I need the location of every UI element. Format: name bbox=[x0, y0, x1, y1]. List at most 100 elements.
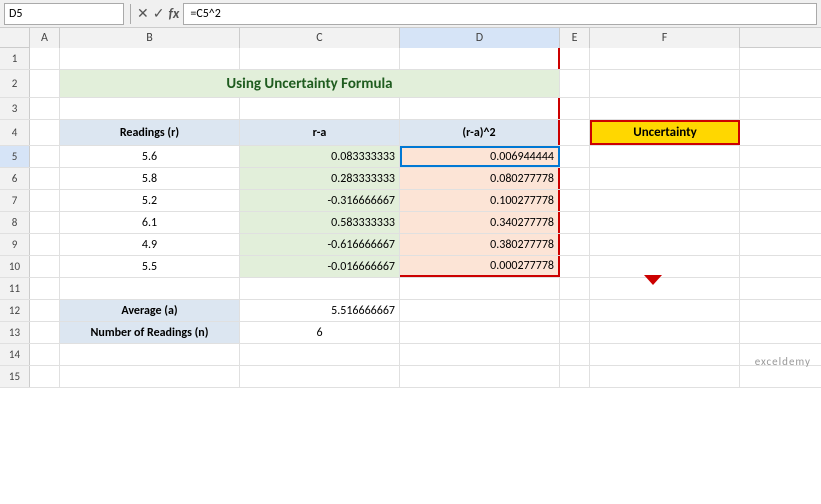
cell-b9[interactable]: 4.9 bbox=[60, 234, 240, 255]
cell-d7[interactable]: 0.100277778 bbox=[400, 190, 560, 211]
cell-c8[interactable]: 0.583333333 bbox=[240, 212, 400, 233]
cell-b15[interactable] bbox=[60, 366, 240, 387]
cancel-icon[interactable]: ✕ bbox=[137, 5, 149, 22]
cell-a14[interactable] bbox=[30, 344, 60, 365]
cell-count-label[interactable]: Number of Readings (n) bbox=[60, 322, 240, 343]
cell-d15[interactable] bbox=[400, 366, 560, 387]
cell-b14[interactable] bbox=[60, 344, 240, 365]
cell-count-value[interactable]: 6 bbox=[240, 322, 400, 343]
formula-input[interactable]: =C5^2 bbox=[183, 3, 817, 25]
cell-f6[interactable] bbox=[590, 168, 740, 189]
cell-f12[interactable] bbox=[590, 300, 740, 321]
cell-a10[interactable] bbox=[30, 256, 60, 277]
cell-e7[interactable] bbox=[560, 190, 590, 211]
cell-c11[interactable] bbox=[240, 278, 400, 299]
cell-a15[interactable] bbox=[30, 366, 60, 387]
cell-e10[interactable] bbox=[560, 256, 590, 277]
header-readings[interactable]: Readings (r) bbox=[60, 120, 240, 145]
cell-e1[interactable] bbox=[560, 48, 590, 69]
cell-d11[interactable] bbox=[400, 278, 560, 299]
cell-d5[interactable]: 0.006944444 bbox=[400, 146, 560, 167]
cell-avg-value[interactable]: 5.516666667 bbox=[240, 300, 400, 321]
cell-a7[interactable] bbox=[30, 190, 60, 211]
header-ra2[interactable]: (r-a)^2 bbox=[400, 120, 560, 145]
cell-e5[interactable] bbox=[560, 146, 590, 167]
row-num-8: 8 bbox=[0, 212, 30, 233]
cell-d9[interactable]: 0.380277778 bbox=[400, 234, 560, 255]
cell-f14[interactable] bbox=[590, 344, 740, 365]
cell-e4[interactable] bbox=[560, 120, 590, 145]
col-header-c[interactable]: C bbox=[240, 28, 400, 48]
cell-c9[interactable]: -0.616666667 bbox=[240, 234, 400, 255]
cell-e12[interactable] bbox=[560, 300, 590, 321]
cell-d10[interactable]: 0.000277778 bbox=[400, 256, 560, 277]
cell-b8[interactable]: 6.1 bbox=[60, 212, 240, 233]
cell-e8[interactable] bbox=[560, 212, 590, 233]
cell-f8[interactable] bbox=[590, 212, 740, 233]
title-cell[interactable]: Using Uncertainty Formula bbox=[60, 70, 560, 97]
cell-e11[interactable] bbox=[560, 278, 590, 299]
col-header-a[interactable]: A bbox=[30, 28, 60, 48]
cell-f7[interactable] bbox=[590, 190, 740, 211]
cell-d12[interactable] bbox=[400, 300, 560, 321]
cell-b1[interactable] bbox=[60, 48, 240, 69]
cell-f5[interactable] bbox=[590, 146, 740, 167]
cell-e14[interactable] bbox=[560, 344, 590, 365]
header-ra[interactable]: r-a bbox=[240, 120, 400, 145]
name-box[interactable]: D5 bbox=[4, 3, 124, 25]
cell-f3[interactable] bbox=[590, 98, 740, 119]
cell-b7[interactable]: 5.2 bbox=[60, 190, 240, 211]
cell-e15[interactable] bbox=[560, 366, 590, 387]
cell-a12[interactable] bbox=[30, 300, 60, 321]
cell-f2[interactable] bbox=[590, 70, 740, 97]
cell-c10[interactable]: -0.016666667 bbox=[240, 256, 400, 277]
cell-a13[interactable] bbox=[30, 322, 60, 343]
cell-d8[interactable]: 0.340277778 bbox=[400, 212, 560, 233]
cell-c14[interactable] bbox=[240, 344, 400, 365]
cell-b11[interactable] bbox=[60, 278, 240, 299]
cell-b10[interactable]: 5.5 bbox=[60, 256, 240, 277]
cell-c1[interactable] bbox=[240, 48, 400, 69]
cell-a5[interactable] bbox=[30, 146, 60, 167]
cell-a3[interactable] bbox=[30, 98, 60, 119]
uncertainty-header[interactable]: Uncertainty bbox=[590, 120, 740, 145]
cell-a4[interactable] bbox=[30, 120, 60, 145]
cell-c15[interactable] bbox=[240, 366, 400, 387]
cell-d6[interactable]: 0.080277778 bbox=[400, 168, 560, 189]
cell-c3[interactable] bbox=[240, 98, 400, 119]
cell-a8[interactable] bbox=[30, 212, 60, 233]
cell-a11[interactable] bbox=[30, 278, 60, 299]
col-header-f[interactable]: F bbox=[590, 28, 740, 48]
cell-a1[interactable] bbox=[30, 48, 60, 69]
cell-d13[interactable] bbox=[400, 322, 560, 343]
cell-b5[interactable]: 5.6 bbox=[60, 146, 240, 167]
confirm-icon[interactable]: ✓ bbox=[153, 5, 165, 22]
cell-a6[interactable] bbox=[30, 168, 60, 189]
cell-e2[interactable] bbox=[560, 70, 590, 97]
cell-e3[interactable] bbox=[560, 98, 590, 119]
col-header-e[interactable]: E bbox=[560, 28, 590, 48]
cell-e13[interactable] bbox=[560, 322, 590, 343]
cell-a9[interactable] bbox=[30, 234, 60, 255]
cell-f10[interactable] bbox=[590, 256, 740, 277]
cell-d3[interactable] bbox=[400, 98, 560, 119]
cell-c7[interactable]: -0.316666667 bbox=[240, 190, 400, 211]
cell-c6[interactable]: 0.283333333 bbox=[240, 168, 400, 189]
cell-b3[interactable] bbox=[60, 98, 240, 119]
cell-f11[interactable] bbox=[590, 278, 740, 299]
col-header-b[interactable]: B bbox=[60, 28, 240, 48]
cell-c5[interactable]: 0.083333333 bbox=[240, 146, 400, 167]
cell-e6[interactable] bbox=[560, 168, 590, 189]
cell-f13[interactable] bbox=[590, 322, 740, 343]
cell-avg-label[interactable]: Average (a) bbox=[60, 300, 240, 321]
cell-b6[interactable]: 5.8 bbox=[60, 168, 240, 189]
cell-a2[interactable] bbox=[30, 70, 60, 97]
col-header-d[interactable]: D bbox=[400, 28, 560, 48]
cell-e9[interactable] bbox=[560, 234, 590, 255]
cell-f1[interactable] bbox=[590, 48, 740, 69]
cell-f9[interactable] bbox=[590, 234, 740, 255]
cell-d1[interactable] bbox=[400, 48, 560, 69]
cell-f15[interactable] bbox=[590, 366, 740, 387]
cell-d14[interactable] bbox=[400, 344, 560, 365]
fx-icon[interactable]: fx bbox=[168, 5, 179, 22]
